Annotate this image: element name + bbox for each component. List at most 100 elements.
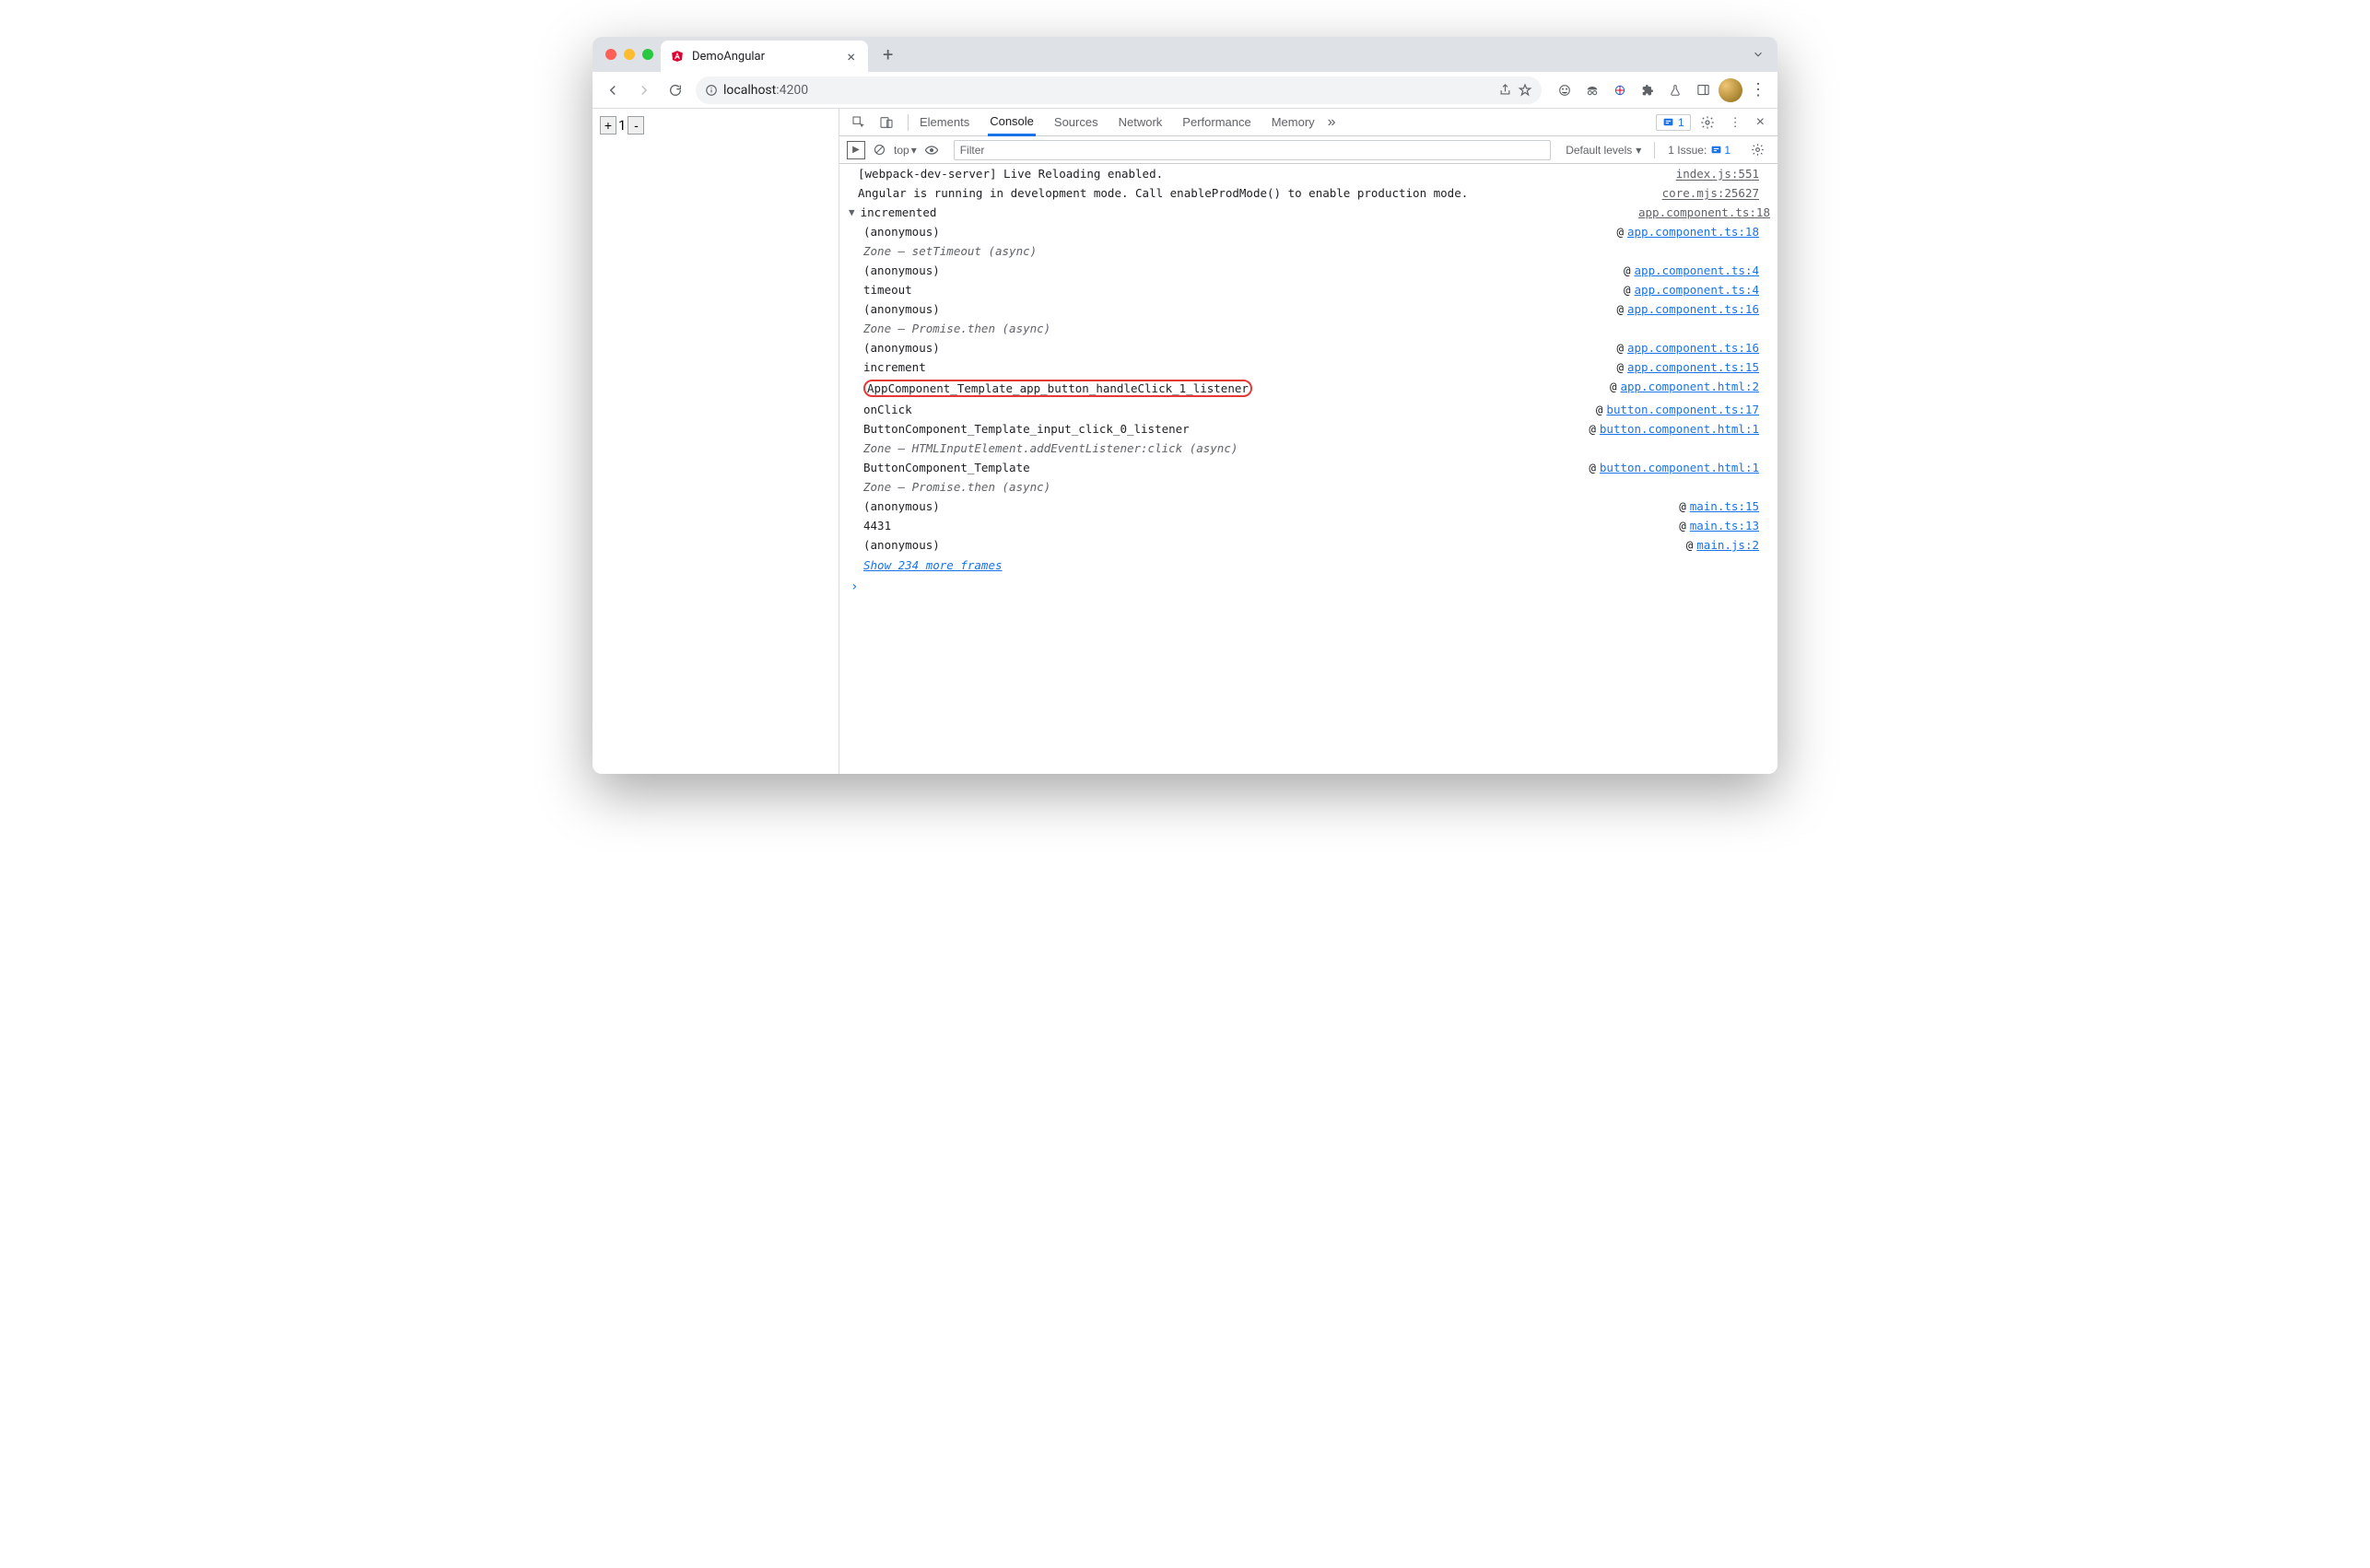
share-icon[interactable] [1498, 83, 1512, 97]
close-devtools-icon[interactable]: × [1751, 114, 1770, 131]
new-tab-button[interactable]: + [875, 37, 900, 72]
profile-avatar[interactable] [1719, 78, 1742, 102]
bookmark-star-icon[interactable] [1518, 83, 1532, 98]
stack-frame: 4431@main.ts:13 [839, 516, 1778, 535]
tab-memory[interactable]: Memory [1270, 109, 1317, 136]
frame-source-link[interactable]: app.component.ts:4 [1635, 283, 1759, 297]
disclosure-triangle-icon[interactable]: ▼ [849, 206, 855, 218]
frame-name: 4431 [863, 519, 1679, 532]
log-message: [webpack-dev-server] Live Reloading enab… [858, 167, 1676, 181]
extension-icon[interactable] [1608, 78, 1632, 102]
tab-elements[interactable]: Elements [918, 109, 971, 136]
minus-button[interactable]: - [628, 116, 644, 135]
stack-frame: AppComponent_Template_app_button_handleC… [839, 377, 1778, 400]
log-source-link[interactable]: index.js:551 [1676, 167, 1759, 181]
tab-performance[interactable]: Performance [1180, 109, 1252, 136]
stack-frame: Zone — Promise.then (async) [839, 319, 1778, 338]
stack-frame: Zone — setTimeout (async) [839, 241, 1778, 261]
sidepanel-icon[interactable] [1691, 78, 1715, 102]
issues-badge[interactable]: 1 [1656, 114, 1691, 131]
stack-frame: timeout@app.component.ts:4 [839, 280, 1778, 299]
log-message: Angular is running in development mode. … [858, 186, 1662, 200]
frame-source-link[interactable]: main.ts:15 [1690, 499, 1759, 513]
tab-title: DemoAngular [692, 50, 836, 64]
sidebar-toggle-icon[interactable]: ▶ [847, 141, 865, 159]
forward-button[interactable] [631, 77, 657, 103]
frame-source-link[interactable]: main.js:2 [1696, 538, 1759, 552]
trace-source-link[interactable]: app.component.ts:18 [1638, 205, 1770, 219]
frame-source-link[interactable]: main.ts:13 [1690, 519, 1759, 532]
show-more-frames[interactable]: Show 234 more frames [839, 555, 1778, 576]
frame-location: @button.component.ts:17 [1596, 403, 1759, 416]
filter-input[interactable]: Filter [954, 140, 1551, 160]
frame-source-link[interactable]: app.component.ts:18 [1627, 225, 1759, 239]
stack-frame: (anonymous)@app.component.ts:18 [839, 222, 1778, 241]
stack-frame: (anonymous)@app.component.ts:16 [839, 299, 1778, 319]
frame-location: @main.ts:13 [1679, 519, 1759, 532]
chrome-menu-icon[interactable]: ⋮ [1746, 78, 1770, 102]
frame-source-link[interactable]: button.component.ts:17 [1606, 403, 1759, 416]
frame-location: @app.component.ts:15 [1616, 360, 1759, 374]
devtools-panel: Elements Console Sources Network Perform… [839, 109, 1778, 774]
frame-source-link[interactable]: app.component.ts:16 [1627, 341, 1759, 355]
browser-tab[interactable]: DemoAngular × [661, 41, 868, 72]
device-toggle-icon[interactable] [874, 112, 898, 133]
extensions-puzzle-icon[interactable] [1636, 78, 1660, 102]
close-tab-icon[interactable]: × [843, 48, 859, 65]
gear-icon[interactable] [1695, 115, 1720, 130]
console-log-row: Angular is running in development mode. … [839, 183, 1778, 203]
console-settings-icon[interactable] [1745, 143, 1770, 157]
frame-name: Zone — Promise.then (async) [863, 322, 1759, 335]
minimize-window-icon[interactable] [624, 49, 635, 60]
frame-location: @button.component.html:1 [1589, 422, 1759, 436]
tab-console[interactable]: Console [988, 109, 1036, 136]
console-prompt[interactable]: › [839, 576, 1778, 598]
log-levels-selector[interactable]: Default levels ▾ [1566, 144, 1641, 157]
frame-source-link[interactable]: button.component.html:1 [1600, 461, 1759, 474]
frame-name: ButtonComponent_Template [863, 461, 1589, 474]
live-expression-icon[interactable] [924, 143, 939, 158]
frame-name: (anonymous) [863, 302, 1616, 316]
more-tabs-icon[interactable]: » [1320, 114, 1343, 131]
frame-location: @main.ts:15 [1679, 499, 1759, 513]
counter-value: 1 [616, 117, 628, 134]
traffic-lights [600, 49, 653, 60]
frame-name: (anonymous) [863, 499, 1679, 513]
site-info-icon[interactable] [705, 84, 718, 97]
frame-source-link[interactable]: app.component.html:2 [1620, 380, 1759, 393]
maximize-window-icon[interactable] [642, 49, 653, 60]
context-selector[interactable]: top ▾ [894, 144, 917, 157]
frame-location: @app.component.ts:16 [1616, 302, 1759, 316]
trace-label: incremented [861, 205, 1638, 219]
chevron-down-icon[interactable] [1746, 48, 1770, 61]
close-window-icon[interactable] [605, 49, 616, 60]
console-output: [webpack-dev-server] Live Reloading enab… [839, 164, 1778, 774]
frame-source-link[interactable]: button.component.html:1 [1600, 422, 1759, 436]
frame-name: (anonymous) [863, 225, 1616, 239]
reload-button[interactable] [663, 77, 688, 103]
tab-network[interactable]: Network [1117, 109, 1165, 136]
url-text: localhost:4200 [723, 83, 808, 98]
inspect-element-icon[interactable] [847, 112, 871, 133]
frame-source-link[interactable]: app.component.ts:15 [1627, 360, 1759, 374]
tab-sources[interactable]: Sources [1052, 109, 1100, 136]
flask-icon[interactable] [1663, 78, 1687, 102]
back-button[interactable] [600, 77, 626, 103]
frame-source-link[interactable]: app.component.ts:16 [1627, 302, 1759, 316]
plus-button[interactable]: + [600, 116, 616, 135]
incognito-icon[interactable] [1580, 78, 1604, 102]
console-log-row: [webpack-dev-server] Live Reloading enab… [839, 164, 1778, 183]
issues-summary[interactable]: 1 Issue: 1 [1668, 144, 1731, 157]
devtools-menu-icon[interactable]: ⋮ [1724, 115, 1747, 130]
frame-location: @button.component.html:1 [1589, 461, 1759, 474]
log-source-link[interactable]: core.mjs:25627 [1662, 186, 1759, 200]
address-bar: localhost:4200 ⋮ [592, 72, 1778, 109]
extension-icon[interactable] [1553, 78, 1577, 102]
devtools-tabs: Elements Console Sources Network Perform… [918, 109, 1317, 136]
console-trace-header[interactable]: ▼ incrementedapp.component.ts:18 [839, 203, 1778, 222]
clear-console-icon[interactable] [873, 143, 886, 157]
stack-frame: Zone — Promise.then (async) [839, 477, 1778, 497]
frame-name: timeout [863, 283, 1624, 297]
frame-source-link[interactable]: app.component.ts:4 [1635, 263, 1759, 277]
omnibox[interactable]: localhost:4200 [696, 76, 1542, 104]
